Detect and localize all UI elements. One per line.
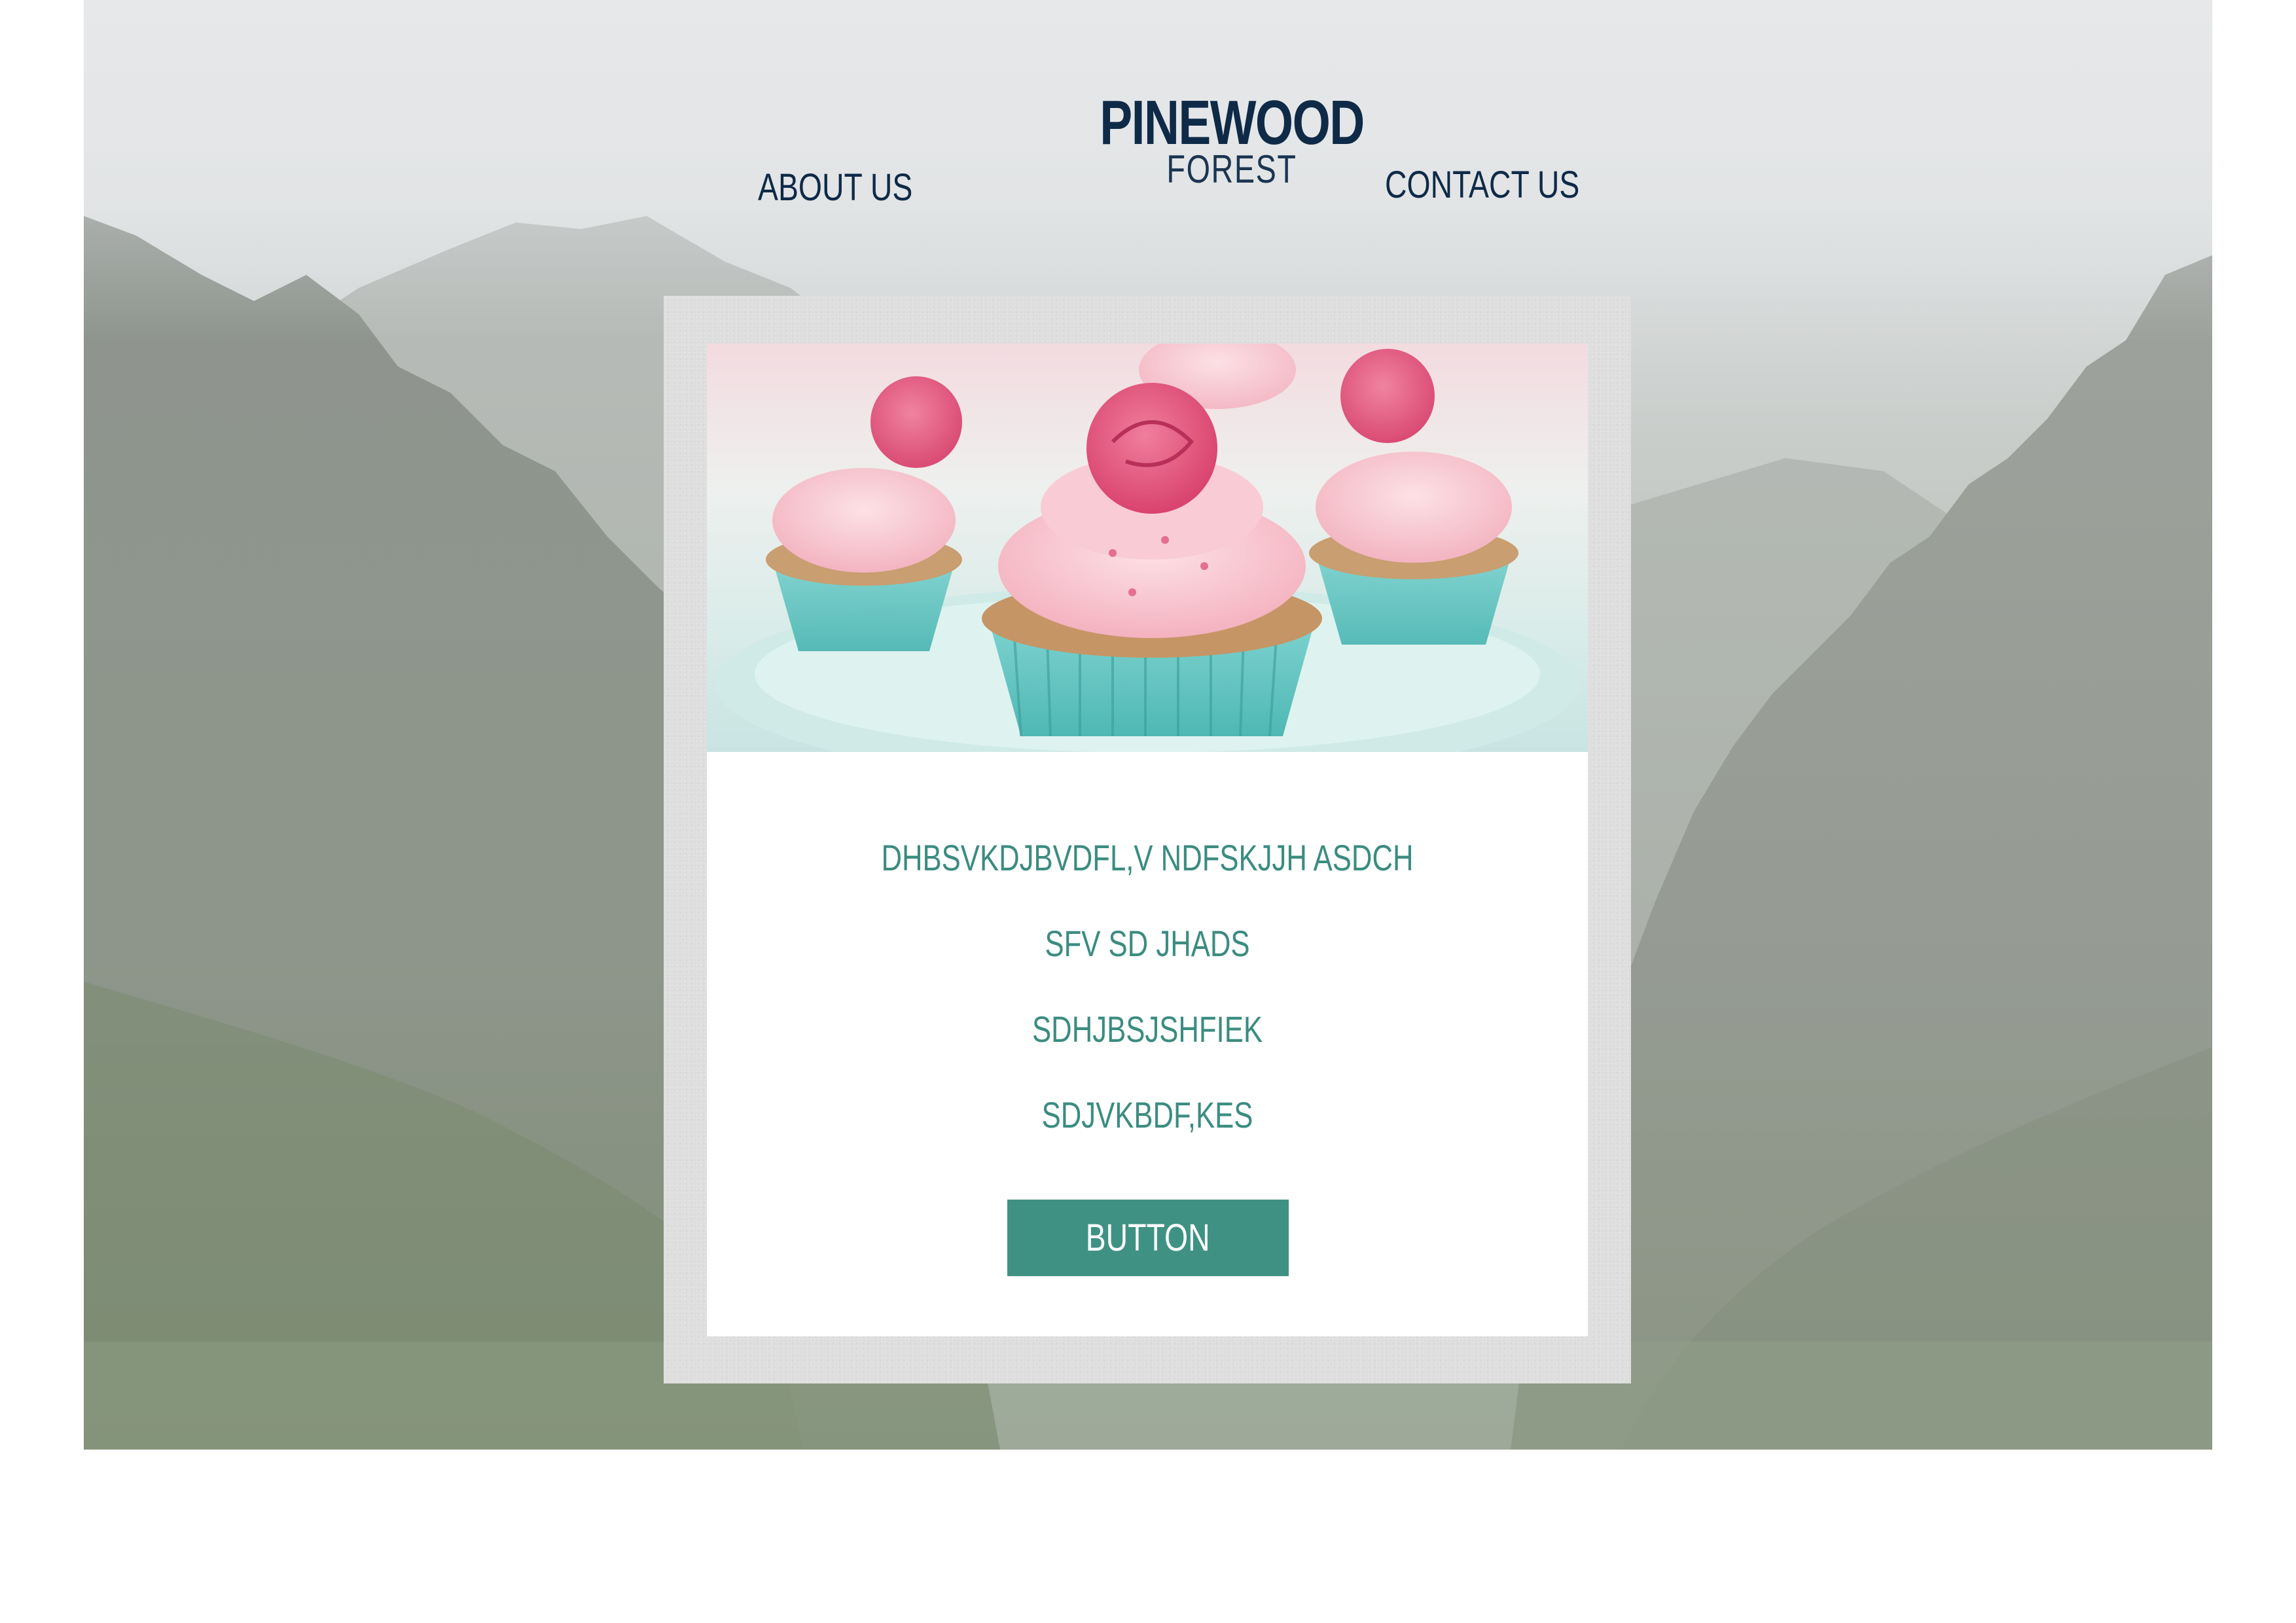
card-line-4: SDJVKBDF,KES: [1041, 1094, 1253, 1135]
content-card: DHBSVKDJBVDFL,V NDFSKJJH ASDCH SFV SD JH…: [707, 344, 1588, 1336]
card-line-2: SFV SD JHADS: [1045, 923, 1250, 964]
cupcakes-photo-icon: [715, 344, 1579, 752]
nav-contact-us[interactable]: CONTACT US: [1385, 162, 1579, 208]
brand-subtitle: FOREST: [1166, 147, 1297, 191]
card-line-3: SDHJBSJSHFIEK: [1032, 1008, 1263, 1050]
page: PINEWOOD FOREST ABOUT US CONTACT US DHBS…: [0, 0, 2296, 1623]
nav-about-us[interactable]: ABOUT US: [758, 165, 912, 211]
primary-button[interactable]: BUTTON: [1007, 1200, 1289, 1276]
card-text-lines: DHBSVKDJBVDFL,V NDFSKJJH ASDCH SFV SD JH…: [707, 815, 1588, 1158]
primary-button-label: BUTTON: [1086, 1217, 1210, 1259]
cupcakes-image: [707, 344, 1588, 752]
brand-name: PINEWOOD: [1100, 88, 1365, 158]
card-line-1: DHBSVKDJBVDFL,V NDFSKJJH ASDCH: [881, 837, 1414, 878]
